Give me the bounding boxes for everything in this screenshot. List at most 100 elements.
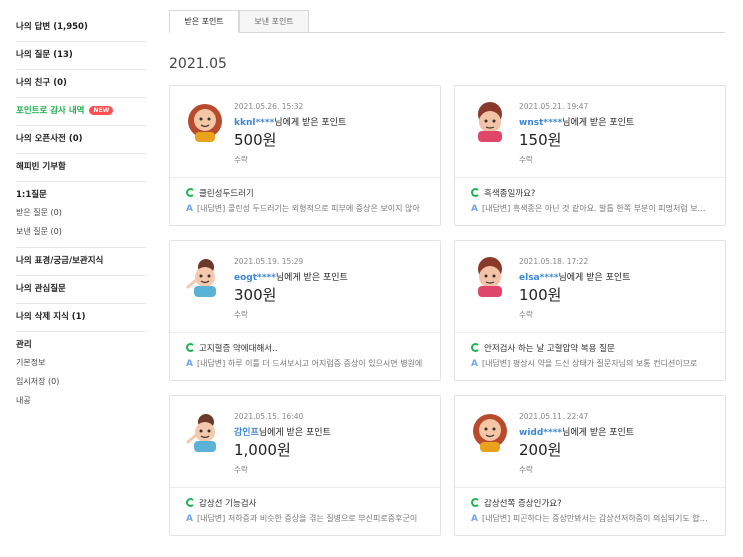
card-from-suffix: 님에게 받은 포인트 — [274, 118, 347, 128]
card-status: 수락 — [519, 155, 533, 164]
sidebar-group: 나의 관심질문 — [16, 276, 146, 304]
card-status: 수락 — [234, 155, 248, 164]
sidebar-item-naegong[interactable]: 내공 — [16, 391, 146, 410]
sidebar-item-my-friends[interactable]: 나의 친구 (0) — [16, 76, 146, 91]
card-from-suffix: 님에게 받은 포인트 — [258, 428, 331, 438]
card-user-link[interactable]: eogt**** — [234, 273, 276, 283]
card-divider — [455, 177, 725, 178]
sidebar-item-point-thanks[interactable]: 포인트로 감사 내역 NEW — [16, 104, 146, 119]
card-divider — [170, 487, 440, 488]
card-answer[interactable]: A [내답변] 평상시 약을 드신 상태가 질문자님의 보통 컨디션이므로 — [471, 358, 711, 369]
sidebar-item-saved-knowledge[interactable]: 나의 표경/궁금/보관지식 — [16, 254, 146, 269]
question-icon — [471, 188, 480, 197]
card-points: 500원 — [234, 131, 277, 149]
card-from-suffix: 님에게 받은 포인트 — [562, 118, 635, 128]
card-question-link[interactable]: 갑상선 기능검사 — [186, 497, 256, 509]
point-card[interactable]: 2021.05.21. 19:47 wnst****님에게 받은 포인트 150… — [454, 85, 726, 226]
avatar — [477, 102, 503, 142]
card-question: 클린성두드러기 — [199, 189, 254, 199]
tab-received-points[interactable]: 받은 포인트 — [169, 10, 239, 33]
sidebar-group: 나의 표경/궁금/보관지식 — [16, 248, 146, 276]
card-answer-text: [내답변] 평상시 약을 드신 상태가 질문자님의 보통 컨디션이므로 — [481, 359, 698, 368]
card-date: 2021.05.11. 22:47 — [519, 412, 589, 421]
sidebar-item-sent-questions[interactable]: 보낸 질문 (0) — [16, 222, 146, 241]
sidebar-group: 1:1질문 받은 질문 (0) 보낸 질문 (0) — [16, 182, 146, 248]
card-question-link[interactable]: 안저검사 하는 날 고혈압약 복용 질문 — [471, 342, 615, 354]
avatar — [186, 412, 218, 452]
card-question-link[interactable]: 클린성두드러기 — [186, 187, 254, 199]
card-from: widd****님에게 받은 포인트 — [519, 425, 634, 438]
card-question-link[interactable]: 흑색종일까요? — [471, 187, 535, 199]
card-answer[interactable]: A [내답변] 콜린성 두드러기는 외형적으로 피부에 증상은 보이지 않아 — [186, 203, 426, 214]
card-answer-text: [내답변] 피곤하다는 증상만봐서는 갑상선저하증이 의심되기도 합니다 — [481, 514, 711, 523]
point-card[interactable]: 2021.05.11. 22:47 widd****님에게 받은 포인트 200… — [454, 395, 726, 536]
sidebar-group: 포인트로 감사 내역 NEW — [16, 98, 146, 126]
card-from: 감인프님에게 받은 포인트 — [234, 425, 331, 438]
card-user-link[interactable]: widd**** — [519, 428, 562, 438]
card-answer[interactable]: A [내답변] 하루 이틀 더 드셔보시고 어지럼증 증상이 있으시면 병원에 — [186, 358, 426, 369]
card-status: 수락 — [519, 465, 533, 474]
card-question: 갑상선 기능검사 — [199, 499, 257, 509]
card-divider — [170, 332, 440, 333]
card-divider — [170, 177, 440, 178]
card-answer-text: [내답변] 흑색종은 아닌 것 같아요. 발톱 한쪽 부분이 피멍처럼 보이네요 — [481, 204, 711, 213]
card-question-link[interactable]: 갑상선쪽 증상인가요? — [471, 497, 562, 509]
card-date: 2021.05.15. 16:40 — [234, 412, 304, 421]
sidebar-item-my-answers[interactable]: 나의 답변 (1,950) — [16, 20, 146, 35]
sidebar-group: 나의 친구 (0) — [16, 70, 146, 98]
sidebar-item-drafts[interactable]: 임시저장 (0) — [16, 372, 146, 391]
card-from: eogt****님에게 받은 포인트 — [234, 270, 348, 283]
card-points: 200원 — [519, 441, 562, 459]
answer-icon: A — [471, 359, 478, 369]
card-answer[interactable]: A [내답변] 피곤하다는 증상만봐서는 갑상선저하증이 의심되기도 합니다 — [471, 513, 711, 524]
card-divider — [455, 332, 725, 333]
card-from: wnst****님에게 받은 포인트 — [519, 115, 634, 128]
sidebar: 나의 답변 (1,950) 나의 질문 (13) 나의 친구 (0) 포인트로 … — [16, 14, 146, 416]
point-card[interactable]: 2021.05.15. 16:40 감인프님에게 받은 포인트 1,000원 수… — [169, 395, 441, 536]
card-answer[interactable]: A [내답변] 저하증과 비슷한 증상을 겪는 질병으로 부신피로증후군이 — [186, 513, 426, 524]
card-answer-text: [내답변] 하루 이틀 더 드셔보시고 어지럼증 증상이 있으시면 병원에 — [196, 359, 423, 368]
card-points: 150원 — [519, 131, 562, 149]
sidebar-item-received-questions[interactable]: 받은 질문 (0) — [16, 203, 146, 222]
sidebar-item-open-dictionary[interactable]: 나의 오픈사전 (0) — [16, 132, 146, 147]
card-answer-text: [내답변] 콜린성 두드러기는 외형적으로 피부에 증상은 보이지 않아 — [196, 204, 420, 213]
tab-sent-points[interactable]: 보낸 포인트 — [239, 10, 309, 33]
card-user-link[interactable]: wnst**** — [519, 118, 562, 128]
card-user-link[interactable]: kknl**** — [234, 118, 274, 128]
point-card[interactable]: 2021.05.19. 15:29 eogt****님에게 받은 포인트 300… — [169, 240, 441, 381]
answer-icon: A — [186, 514, 193, 524]
question-icon — [471, 343, 480, 352]
question-icon — [471, 498, 480, 507]
point-card[interactable]: 2021.05.26. 15:32 kknl****님에게 받은 포인트 500… — [169, 85, 441, 226]
card-user-link[interactable]: elsa**** — [519, 273, 558, 283]
answer-icon: A — [471, 514, 478, 524]
card-date: 2021.05.18. 17:22 — [519, 257, 589, 266]
question-icon — [186, 188, 195, 197]
card-user-link[interactable]: 감인프 — [234, 428, 259, 438]
sidebar-section-1on1: 1:1질문 — [16, 190, 47, 200]
card-date: 2021.05.26. 15:32 — [234, 102, 304, 111]
sidebar-item-deleted-knowledge[interactable]: 나의 삭제 지식 (1) — [16, 310, 146, 325]
question-icon — [186, 498, 195, 507]
sidebar-item-interest-questions[interactable]: 나의 관심질문 — [16, 282, 146, 297]
card-status: 수락 — [234, 465, 248, 474]
question-icon — [186, 343, 195, 352]
point-tabs: 받은 포인트 보낸 포인트 — [169, 10, 725, 33]
answer-icon: A — [471, 204, 478, 214]
card-answer-text: [내답변] 저하증과 비슷한 증상을 겪는 질병으로 부신피로증후군이 — [196, 514, 418, 523]
sidebar-item-my-questions[interactable]: 나의 질문 (13) — [16, 48, 146, 63]
sidebar-item-happybean[interactable]: 해피빈 기부함 — [16, 160, 146, 175]
card-from: kknl****님에게 받은 포인트 — [234, 115, 346, 128]
card-question: 흑색종일까요? — [484, 189, 536, 199]
point-card[interactable]: 2021.05.18. 17:22 elsa****님에게 받은 포인트 100… — [454, 240, 726, 381]
card-date: 2021.05.21. 19:47 — [519, 102, 589, 111]
avatar — [187, 103, 223, 142]
sidebar-group: 나의 답변 (1,950) — [16, 14, 146, 42]
card-from-suffix: 님에게 받은 포인트 — [562, 428, 635, 438]
card-question-link[interactable]: 고지혈증 약에대해서.. — [186, 342, 278, 354]
card-points: 1,000원 — [234, 441, 291, 459]
avatar — [477, 257, 503, 297]
avatar — [186, 257, 218, 297]
card-answer[interactable]: A [내답변] 흑색종은 아닌 것 같아요. 발톱 한쪽 부분이 피멍처럼 보이네… — [471, 203, 711, 214]
sidebar-item-basic-info[interactable]: 기본정보 — [16, 353, 146, 372]
